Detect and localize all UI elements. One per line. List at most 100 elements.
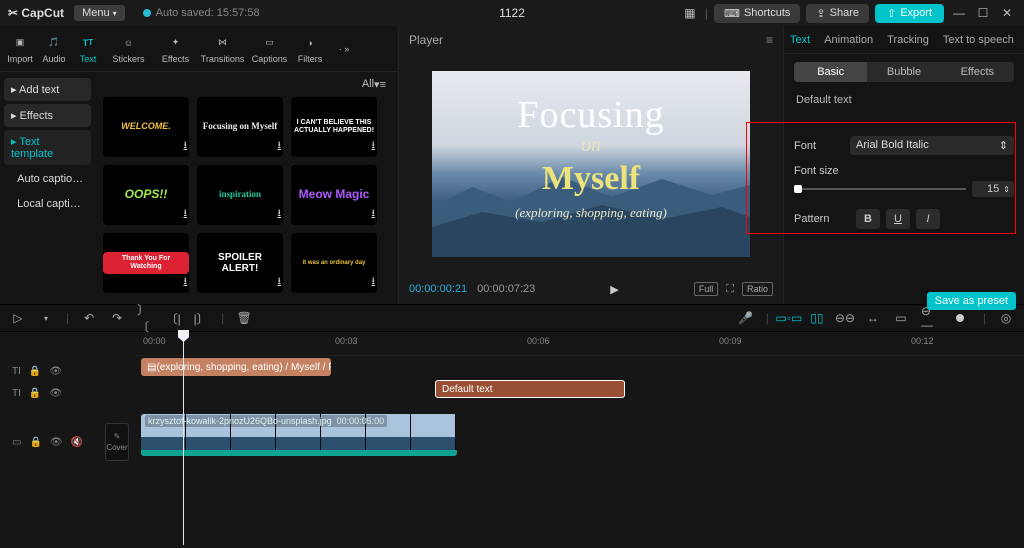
split-icon[interactable]: 〕〔 bbox=[137, 310, 153, 326]
mute-icon[interactable]: 🔇 bbox=[71, 437, 83, 448]
player-panel: Player ≡ Focusing on Myself (exploring, s… bbox=[398, 26, 784, 304]
sidebar-item-auto-captions[interactable]: Auto captio… bbox=[4, 168, 91, 190]
zoom-out-icon[interactable]: ⊖— bbox=[921, 310, 937, 326]
template-thumb[interactable]: SPOILER ALERT!⭳ bbox=[197, 233, 283, 293]
delete-icon[interactable]: 🗑 bbox=[236, 310, 252, 326]
align-icon[interactable]: ↔ bbox=[865, 310, 881, 326]
minimize-icon[interactable]: — bbox=[950, 4, 968, 22]
mic-icon[interactable]: 🎤 bbox=[738, 310, 754, 326]
template-thumb[interactable]: WELCOME.⭳ bbox=[103, 97, 189, 157]
preview-icon[interactable]: ▭ bbox=[893, 310, 909, 326]
tab-transitions[interactable]: ⋈Transitions bbox=[200, 34, 245, 64]
text-clip-selected[interactable]: Default text bbox=[435, 380, 625, 398]
video-preview[interactable]: Focusing on Myself (exploring, shopping,… bbox=[432, 71, 750, 257]
underline-button[interactable]: U bbox=[886, 209, 910, 229]
expand-icon[interactable]: ⛶ bbox=[726, 283, 734, 296]
tab-audio[interactable]: 🎵Audio bbox=[38, 34, 70, 64]
tab-stickers[interactable]: ☺Stickers bbox=[106, 34, 151, 64]
time-ruler[interactable]: 00:00 00:03 00:06 00:09 00:12 bbox=[135, 332, 1024, 356]
tab-text[interactable]: TTText bbox=[72, 34, 104, 64]
download-icon[interactable]: ⭳ bbox=[184, 138, 188, 155]
ratio-button[interactable]: Ratio bbox=[742, 282, 773, 296]
tab-filters[interactable]: ◑Filters bbox=[294, 34, 326, 64]
tab-animation[interactable]: Animation bbox=[824, 34, 873, 46]
tab-text-props[interactable]: Text bbox=[790, 34, 810, 46]
text-track-icon: TI bbox=[12, 366, 21, 377]
track-head-text2: TI 🔒 👁 bbox=[0, 382, 135, 404]
sidebar-item-local-captions[interactable]: Local capti… bbox=[4, 193, 91, 215]
eye-icon[interactable]: 👁 bbox=[50, 437, 63, 448]
template-thumb[interactable]: Focusing on Myself⭳ bbox=[197, 97, 283, 157]
sidebar-item-effects[interactable]: ▸ Effects bbox=[4, 104, 91, 127]
italic-button[interactable]: I bbox=[916, 209, 940, 229]
brand-logo: ✂ CapCut bbox=[8, 6, 64, 20]
layout-icon[interactable]: ▦ bbox=[681, 4, 699, 22]
lock-icon[interactable]: 🔒 bbox=[29, 437, 41, 448]
font-size-slider[interactable] bbox=[794, 188, 966, 190]
lock-icon[interactable]: 🔒 bbox=[29, 366, 41, 377]
template-thumb[interactable]: Meow Magic⭳ bbox=[291, 165, 377, 225]
subtab-effects[interactable]: Effects bbox=[941, 62, 1014, 82]
undo-icon[interactable]: ↶ bbox=[81, 310, 97, 326]
split-left-icon[interactable]: 〔| bbox=[165, 310, 181, 326]
subtab-basic[interactable]: Basic bbox=[794, 62, 867, 82]
download-icon[interactable]: ⭳ bbox=[372, 206, 376, 223]
template-thumb[interactable]: inspiration⭳ bbox=[197, 165, 283, 225]
pointer-tool-icon[interactable]: ▷ bbox=[10, 310, 26, 326]
download-icon[interactable]: ⭳ bbox=[372, 274, 376, 291]
template-thumb[interactable]: it was an ordinary day⭳ bbox=[291, 233, 377, 293]
zoom-handle[interactable] bbox=[956, 314, 964, 322]
eye-icon[interactable]: 👁 bbox=[49, 366, 62, 377]
play-button[interactable]: ▶ bbox=[610, 283, 618, 296]
text-content-field[interactable]: Default text bbox=[794, 90, 1014, 116]
save-preset-button[interactable]: Save as preset bbox=[927, 292, 1016, 310]
properties-panel: Text Animation Tracking Text to speech B… bbox=[784, 26, 1024, 304]
full-button[interactable]: Full bbox=[694, 282, 719, 296]
preview-text: on bbox=[432, 134, 750, 157]
sidebar-item-add-text[interactable]: ▸ Add text bbox=[4, 78, 91, 101]
export-button[interactable]: ⇧ Export bbox=[875, 4, 944, 23]
font-size-value[interactable]: 15⇕ bbox=[972, 181, 1014, 197]
tab-tracking[interactable]: Tracking bbox=[887, 34, 929, 46]
player-title: Player bbox=[409, 33, 443, 47]
lock-icon[interactable]: 🔒 bbox=[29, 388, 41, 399]
tab-captions[interactable]: ▭Captions bbox=[247, 34, 292, 64]
template-thumb[interactable]: OOPS!!⭳ bbox=[103, 165, 189, 225]
tab-tts[interactable]: Text to speech bbox=[943, 34, 1014, 46]
template-thumb[interactable]: I CAN'T BELIEVE THIS ACTUALLY HAPPENED!⭳ bbox=[291, 97, 377, 157]
sidebar-item-text-template[interactable]: ▸ Text template bbox=[4, 130, 91, 165]
split-right-icon[interactable]: |〕 bbox=[193, 310, 209, 326]
filter-all[interactable]: All ▾≡ bbox=[103, 76, 390, 97]
share-button[interactable]: ⇪ Share bbox=[806, 4, 869, 23]
maximize-icon[interactable]: ☐ bbox=[974, 4, 992, 22]
menu-button[interactable]: Menu ▾ bbox=[74, 5, 125, 21]
video-clip[interactable]: krzysztof-kowalik-2pnozU26QBo-unsplash.j… bbox=[141, 414, 457, 456]
chevron-down-icon[interactable]: ▾ bbox=[38, 310, 54, 326]
download-icon[interactable]: ⭳ bbox=[184, 206, 188, 223]
shortcuts-button[interactable]: ⌨ Shortcuts bbox=[714, 4, 800, 23]
player-menu-icon[interactable]: ≡ bbox=[766, 33, 773, 47]
link-icon[interactable]: ⊖⊖ bbox=[837, 310, 853, 326]
eye-icon[interactable]: 👁 bbox=[49, 388, 62, 399]
template-thumb[interactable]: Thank You For Watching⭳ bbox=[103, 233, 189, 293]
fit-icon[interactable]: ◎ bbox=[998, 310, 1014, 326]
snap-icon[interactable]: ▯▯ bbox=[809, 310, 825, 326]
preview-text: Myself bbox=[432, 160, 750, 198]
text-clip[interactable]: ▤ (exploring, shopping, eating) / Myself… bbox=[141, 358, 331, 376]
download-icon[interactable]: ⭳ bbox=[278, 274, 282, 291]
tab-import[interactable]: ▣Import bbox=[4, 34, 36, 64]
bold-button[interactable]: B bbox=[856, 209, 880, 229]
redo-icon[interactable]: ↷ bbox=[109, 310, 125, 326]
tab-effects[interactable]: ✦Effects bbox=[153, 34, 198, 64]
cover-button[interactable]: ✎Cover bbox=[105, 423, 129, 461]
close-icon[interactable]: ✕ bbox=[998, 4, 1016, 22]
subtab-bubble[interactable]: Bubble bbox=[867, 62, 940, 82]
magnet-icon[interactable]: ▭◦▭ bbox=[781, 310, 797, 326]
download-icon[interactable]: ⭳ bbox=[372, 138, 376, 155]
download-icon[interactable]: ⭳ bbox=[184, 274, 188, 291]
font-select[interactable]: Arial Bold Italic⇕ bbox=[850, 136, 1014, 155]
playhead[interactable] bbox=[183, 332, 184, 545]
download-icon[interactable]: ⭳ bbox=[278, 138, 282, 155]
tab-more[interactable]: · » bbox=[328, 40, 360, 58]
download-icon[interactable]: ⭳ bbox=[278, 206, 282, 223]
